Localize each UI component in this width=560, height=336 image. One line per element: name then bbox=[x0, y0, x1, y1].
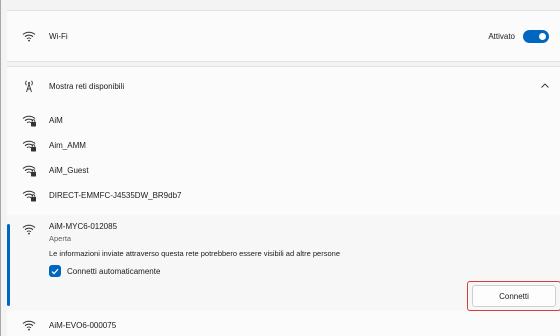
wifi-toggle-switch[interactable] bbox=[523, 30, 549, 43]
selected-network-panel[interactable]: AiM-MYC6-012085 Aperta Le informazioni i… bbox=[7, 215, 560, 311]
open-wifi-icon bbox=[21, 317, 37, 333]
network-name: Aim_AMM bbox=[49, 141, 86, 150]
network-security-type: Aperta bbox=[49, 234, 72, 243]
connect-button-highlight: Connetti bbox=[467, 281, 560, 311]
open-wifi-icon bbox=[21, 221, 37, 237]
auto-connect-checkbox[interactable] bbox=[49, 265, 61, 277]
secured-wifi-icon bbox=[21, 137, 37, 153]
network-item[interactable]: AiM bbox=[7, 110, 560, 130]
network-item[interactable]: AiM-EVO6-000075 bbox=[7, 315, 560, 335]
show-networks-label: Mostra reti disponibili bbox=[49, 82, 125, 91]
wifi-panel: Wi-Fi Attivato Mostra reti disponibili A… bbox=[0, 0, 560, 336]
connect-button[interactable]: Connetti bbox=[472, 285, 556, 307]
wifi-label: Wi-Fi bbox=[49, 32, 68, 41]
auto-connect-label: Connetti automaticamente bbox=[67, 267, 161, 276]
network-item[interactable]: AiM_Guest bbox=[7, 160, 560, 180]
wifi-toggle-card: Wi-Fi Attivato bbox=[7, 10, 560, 62]
network-name: AiM bbox=[49, 116, 63, 125]
antenna-icon bbox=[21, 78, 37, 94]
secured-wifi-icon bbox=[21, 187, 37, 203]
selection-indicator bbox=[7, 224, 10, 306]
network-name: AiM-EVO6-000075 bbox=[49, 321, 117, 330]
network-name: AiM_Guest bbox=[49, 166, 89, 175]
secured-wifi-icon bbox=[21, 112, 37, 128]
available-networks-card: Mostra reti disponibili AiM Aim_AMM AiM_… bbox=[7, 66, 560, 336]
network-name: DIRECT-EMMFC-J4535DW_BR9db7 bbox=[49, 191, 182, 200]
wifi-icon bbox=[21, 28, 37, 44]
show-networks-header[interactable]: Mostra reti disponibili bbox=[7, 67, 560, 105]
checkmark-icon bbox=[51, 268, 59, 274]
selected-network-name: AiM-MYC6-012085 bbox=[49, 222, 118, 231]
secured-wifi-icon bbox=[21, 162, 37, 178]
network-item[interactable]: DIRECT-EMMFC-J4535DW_BR9db7 bbox=[7, 185, 560, 205]
open-network-warning: Le informazioni inviate attraverso quest… bbox=[49, 249, 340, 258]
toggle-knob bbox=[539, 33, 546, 40]
wifi-status-text: Attivato bbox=[488, 32, 515, 41]
chevron-up-icon[interactable] bbox=[541, 80, 549, 90]
network-item[interactable]: Aim_AMM bbox=[7, 135, 560, 155]
